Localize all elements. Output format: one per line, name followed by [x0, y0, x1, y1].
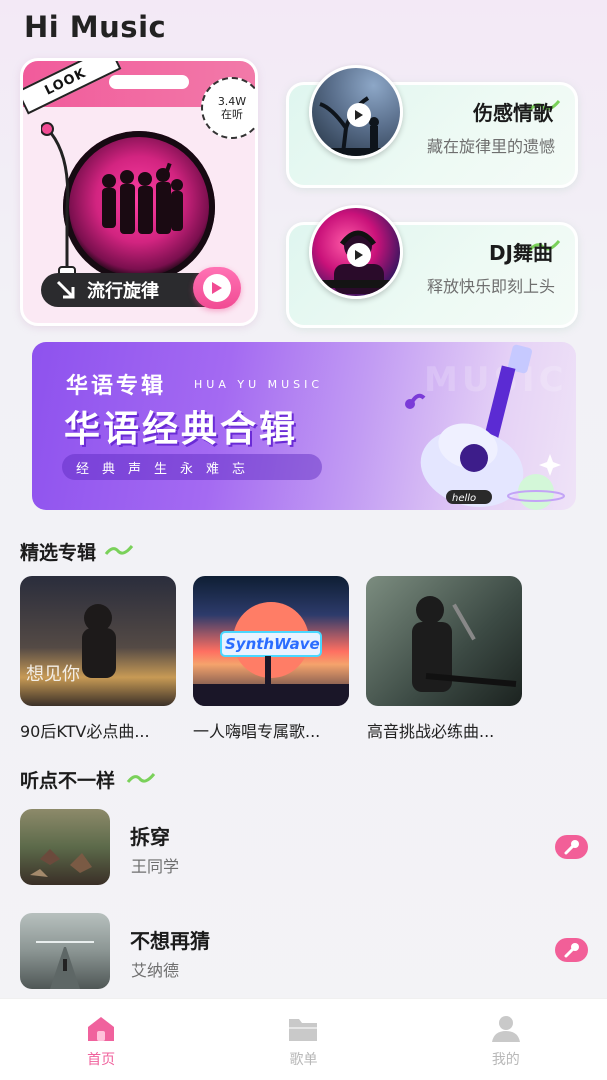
album-banner[interactable]: MUSIC 华语专辑 HUA YU MUSIC 华语经典合辑 经典声生永难忘 h… [32, 342, 576, 510]
song-artist: 艾纳德 [131, 961, 180, 980]
card-subtitle: 藏在旋律里的遗憾 [426, 137, 555, 156]
tab-label: 我的 [491, 1052, 520, 1068]
tab-label: 歌单 [289, 1052, 318, 1068]
app-title: Hi Music [24, 10, 167, 44]
tonearm-graphic [41, 122, 76, 278]
leaves-image [30, 849, 92, 877]
banner-pinyin: HUA YU MUSIC [194, 378, 324, 391]
listen-count-badge: 3.4W 在听 [201, 77, 255, 139]
featured-albums-title: 精选专辑 [20, 542, 97, 564]
album-name[interactable]: 高音挑战必练曲... [367, 718, 525, 742]
karaoke-button[interactable] [555, 938, 588, 962]
album-cover[interactable] [366, 576, 522, 706]
cover-text: SynthWave [225, 635, 320, 653]
album-cover[interactable]: SynthWave [193, 576, 349, 706]
song-title[interactable]: 拆穿 [130, 821, 170, 850]
card-subtitle: 释放快乐即刻上头 [426, 277, 555, 296]
song-title[interactable]: 不想再猜 [130, 925, 210, 954]
folder-icon [289, 1019, 318, 1041]
play-icon [347, 103, 371, 127]
dj-cover-image [309, 205, 403, 299]
tab-label: 首页 [87, 1052, 116, 1068]
arrow-down-right-icon [56, 280, 75, 299]
song-thumbnail[interactable] [20, 913, 110, 989]
album-cover[interactable]: 想见你 [20, 576, 176, 706]
profile-icon [491, 1016, 520, 1042]
album-name[interactable]: 90后KTV必点曲... [20, 718, 178, 742]
card-header-pill [109, 75, 189, 89]
card-title: DJ舞曲 [488, 241, 553, 265]
tab-home[interactable]: 首页 [41, 1015, 161, 1069]
squiggle-decoration [104, 545, 134, 555]
listen-count: 3.4W [217, 95, 247, 108]
category-label: 流行旋律 [87, 281, 159, 302]
album-cover-image: 想见你 [26, 604, 116, 685]
banner-headline: 华语经典合辑 [64, 409, 299, 450]
microphone-icon [564, 840, 579, 855]
banner-tag: 华语专辑 [66, 374, 167, 399]
guitar-illustration: hello [405, 344, 565, 510]
bottom-tab-bar: 首页 歌单 我的 [0, 998, 607, 1080]
play-icon [212, 282, 222, 294]
listen-label: 在听 [221, 108, 243, 121]
road-figure-image [36, 941, 94, 989]
album-cover-image: SynthWave [193, 602, 349, 706]
home-icon [88, 1017, 115, 1041]
squiggle-decoration [126, 773, 156, 783]
feature-playlist-card[interactable]: LOOK 3.4W 在听 流行旋律 [20, 58, 258, 326]
songs-section-title: 听点不一样 [20, 770, 116, 792]
tab-playlists[interactable]: 歌单 [243, 1015, 363, 1069]
banner-slogan: 经典声生永难忘 [62, 454, 322, 480]
karaoke-button[interactable] [555, 835, 588, 859]
album-name[interactable]: 一人嗨唱专属歌... [193, 718, 351, 742]
playlist-card-dj[interactable]: DJ舞曲 释放快乐即刻上头 [286, 205, 578, 328]
guitar-label: hello [452, 493, 476, 504]
play-icon [347, 243, 371, 267]
song-thumbnail[interactable] [20, 809, 110, 885]
playlist-card-sad[interactable]: 伤感情歌 藏在旋律里的遗憾 [286, 65, 578, 188]
card-title: 伤感情歌 [473, 101, 553, 125]
album-cover-image [412, 596, 517, 692]
play-button[interactable] [193, 267, 241, 309]
song-artist: 王同学 [131, 857, 180, 876]
sad-cover-image [309, 65, 403, 159]
cover-text: 想见你 [26, 664, 80, 685]
tab-profile[interactable]: 我的 [446, 1015, 566, 1069]
microphone-icon [564, 943, 579, 958]
